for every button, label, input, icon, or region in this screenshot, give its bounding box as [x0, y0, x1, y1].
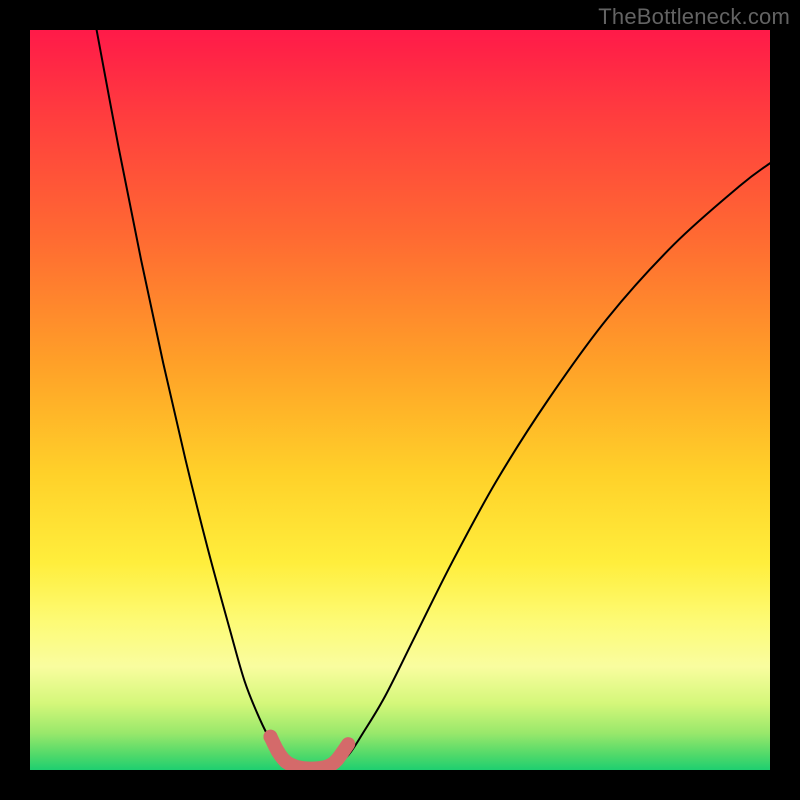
chart-frame: TheBottleneck.com — [0, 0, 800, 800]
series-right-curve — [333, 163, 770, 766]
valley-marker-10 — [342, 738, 355, 751]
valley-marker-0 — [264, 730, 278, 744]
watermark-text: TheBottleneck.com — [598, 4, 790, 30]
valley-marker-8 — [323, 759, 337, 770]
valley-marker-3 — [286, 759, 300, 770]
series-left-curve — [97, 30, 289, 766]
curve-group — [97, 30, 770, 769]
valley-marker-4 — [293, 761, 307, 770]
valley-marker-5 — [301, 762, 315, 770]
valley-marker-2 — [278, 754, 292, 768]
plot-area — [30, 30, 770, 770]
valley-marker-group — [264, 730, 355, 770]
valley-marker-7 — [315, 761, 329, 770]
series-valley-floor — [289, 766, 333, 769]
valley-marker-6 — [308, 762, 322, 770]
valley-thick-line — [271, 737, 349, 769]
valley-marker-9 — [330, 753, 344, 767]
valley-marker-1 — [271, 745, 285, 759]
chart-svg — [30, 30, 770, 770]
